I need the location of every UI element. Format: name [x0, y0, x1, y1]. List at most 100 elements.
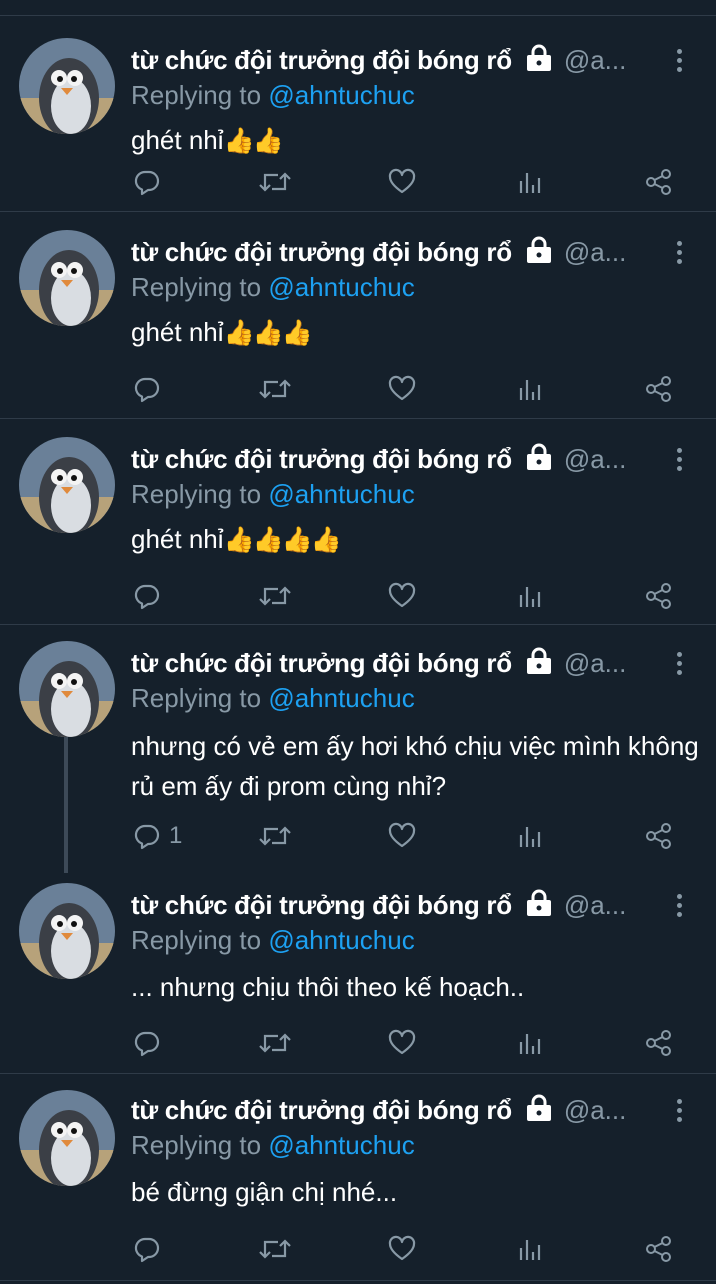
avatar[interactable] [19, 38, 115, 134]
retweet-button[interactable] [258, 578, 292, 614]
reply-button[interactable] [133, 371, 169, 407]
mention-link[interactable]: @ahntuchuc [268, 925, 414, 955]
avatar[interactable] [19, 883, 115, 979]
replying-to: Replying to @ahntuchuc [131, 272, 415, 303]
action-bar [0, 578, 716, 614]
like-button[interactable] [388, 1025, 416, 1061]
heart-icon [388, 582, 416, 608]
username-handle[interactable]: @a... [564, 45, 627, 76]
username-handle[interactable]: @a... [564, 1095, 627, 1126]
replying-to: Replying to @ahntuchuc [131, 479, 415, 510]
mention-link[interactable]: @ahntuchuc [268, 80, 414, 110]
share-button[interactable] [644, 164, 672, 200]
thumbs-up-emoji: 👍👍👍 [223, 319, 313, 347]
username-handle[interactable]: @a... [564, 890, 627, 921]
display-name[interactable]: từ chức đội trưởng đội bóng rổ [131, 237, 512, 268]
display-name[interactable]: từ chức đội trưởng đội bóng rổ [131, 648, 512, 679]
display-name[interactable]: từ chức đội trưởng đội bóng rổ [131, 444, 512, 475]
tweet[interactable]: từ chức đội trưởng đội bóng rổ @a... Rep… [0, 1074, 716, 1280]
analytics-button[interactable] [518, 578, 544, 614]
replying-to: Replying to @ahntuchuc [131, 925, 415, 956]
replying-label: Replying to [131, 925, 262, 955]
more-vertical-icon[interactable] [667, 439, 691, 479]
display-name[interactable]: từ chức đội trưởng đội bóng rổ [131, 1095, 512, 1126]
heart-icon [388, 375, 416, 401]
like-button[interactable] [388, 1231, 416, 1267]
retweet-icon [259, 172, 291, 192]
avatar[interactable] [19, 641, 115, 737]
reply-icon [134, 1031, 160, 1057]
analytics-icon [519, 173, 541, 193]
action-bar [0, 1025, 716, 1061]
lock-icon [524, 1094, 554, 1122]
analytics-button[interactable] [518, 818, 544, 854]
more-vertical-icon[interactable] [667, 40, 691, 80]
mention-link[interactable]: @ahntuchuc [268, 479, 414, 509]
share-button[interactable] [644, 818, 672, 854]
replying-label: Replying to [131, 1130, 262, 1160]
more-vertical-icon[interactable] [667, 1090, 691, 1130]
lock-icon [524, 443, 554, 471]
reply-button[interactable] [133, 1231, 169, 1267]
reply-button[interactable]: 1 [133, 818, 182, 854]
more-vertical-icon[interactable] [667, 643, 691, 683]
avatar[interactable] [19, 230, 115, 326]
share-button[interactable] [644, 578, 672, 614]
tweet-text-content: ghét nhỉ [131, 524, 224, 554]
action-bar: 1 [0, 818, 716, 854]
analytics-icon [519, 587, 541, 607]
like-button[interactable] [388, 164, 416, 200]
like-button[interactable] [388, 371, 416, 407]
like-button[interactable] [388, 578, 416, 614]
lock-icon [524, 236, 554, 264]
display-name[interactable]: từ chức đội trưởng đội bóng rổ [131, 45, 512, 76]
tweet-text: nhưng có vẻ em ấy hơi khó chịu việc mình… [131, 726, 701, 806]
retweet-button[interactable] [258, 1231, 292, 1267]
retweet-icon [259, 379, 291, 399]
mention-link[interactable]: @ahntuchuc [268, 683, 414, 713]
reply-button[interactable] [133, 1025, 169, 1061]
analytics-button[interactable] [518, 1025, 544, 1061]
username-handle[interactable]: @a... [564, 648, 627, 679]
username-handle[interactable]: @a... [564, 237, 627, 268]
analytics-button[interactable] [518, 1231, 544, 1267]
avatar[interactable] [19, 1090, 115, 1186]
share-button[interactable] [644, 371, 672, 407]
reply-button[interactable] [133, 578, 169, 614]
more-vertical-icon[interactable] [667, 885, 691, 925]
share-button[interactable] [644, 1025, 672, 1061]
share-icon [646, 583, 671, 609]
tweet-text-content: ghét nhỉ [131, 125, 224, 155]
mention-link[interactable]: @ahntuchuc [268, 272, 414, 302]
tweet-text: ghét nhỉ👍👍👍 [131, 312, 701, 353]
more-vertical-icon[interactable] [667, 232, 691, 272]
retweet-button[interactable] [258, 1025, 292, 1061]
mention-link[interactable]: @ahntuchuc [268, 1130, 414, 1160]
analytics-button[interactable] [518, 371, 544, 407]
share-icon [646, 1030, 671, 1056]
retweet-button[interactable] [258, 164, 292, 200]
heart-icon [388, 1029, 416, 1055]
retweet-button[interactable] [258, 371, 292, 407]
analytics-button[interactable] [518, 164, 544, 200]
tweet[interactable]: từ chức đội trưởng đội bóng rổ @a... Rep… [0, 212, 716, 419]
heart-icon [388, 168, 416, 194]
tweet-text: ghét nhỉ👍👍 [131, 120, 701, 161]
avatar[interactable] [19, 437, 115, 533]
like-button[interactable] [388, 818, 416, 854]
reply-icon [134, 170, 160, 196]
retweet-button[interactable] [258, 818, 292, 854]
share-button[interactable] [644, 1231, 672, 1267]
reply-button[interactable] [133, 164, 169, 200]
username-handle[interactable]: @a... [564, 444, 627, 475]
replying-label: Replying to [131, 479, 262, 509]
tweet[interactable]: từ chức đội trưởng đội bóng rổ @a... Rep… [0, 865, 716, 1074]
tweet[interactable]: từ chức đội trưởng đội bóng rổ @a... Rep… [0, 419, 716, 625]
display-name[interactable]: từ chức đội trưởng đội bóng rổ [131, 890, 512, 921]
tweet[interactable]: từ chức đội trưởng đội bóng rổ @a... Rep… [0, 625, 716, 873]
tweet-text-content: nhưng có vẻ em ấy hơi khó chịu việc mình… [131, 731, 699, 801]
replying-to: Replying to @ahntuchuc [131, 683, 415, 714]
tweet[interactable]: từ chức đội trưởng đội bóng rổ @a... Rep… [0, 16, 716, 212]
thumbs-up-emoji: 👍👍 [223, 127, 284, 155]
reply-count: 1 [169, 822, 183, 849]
